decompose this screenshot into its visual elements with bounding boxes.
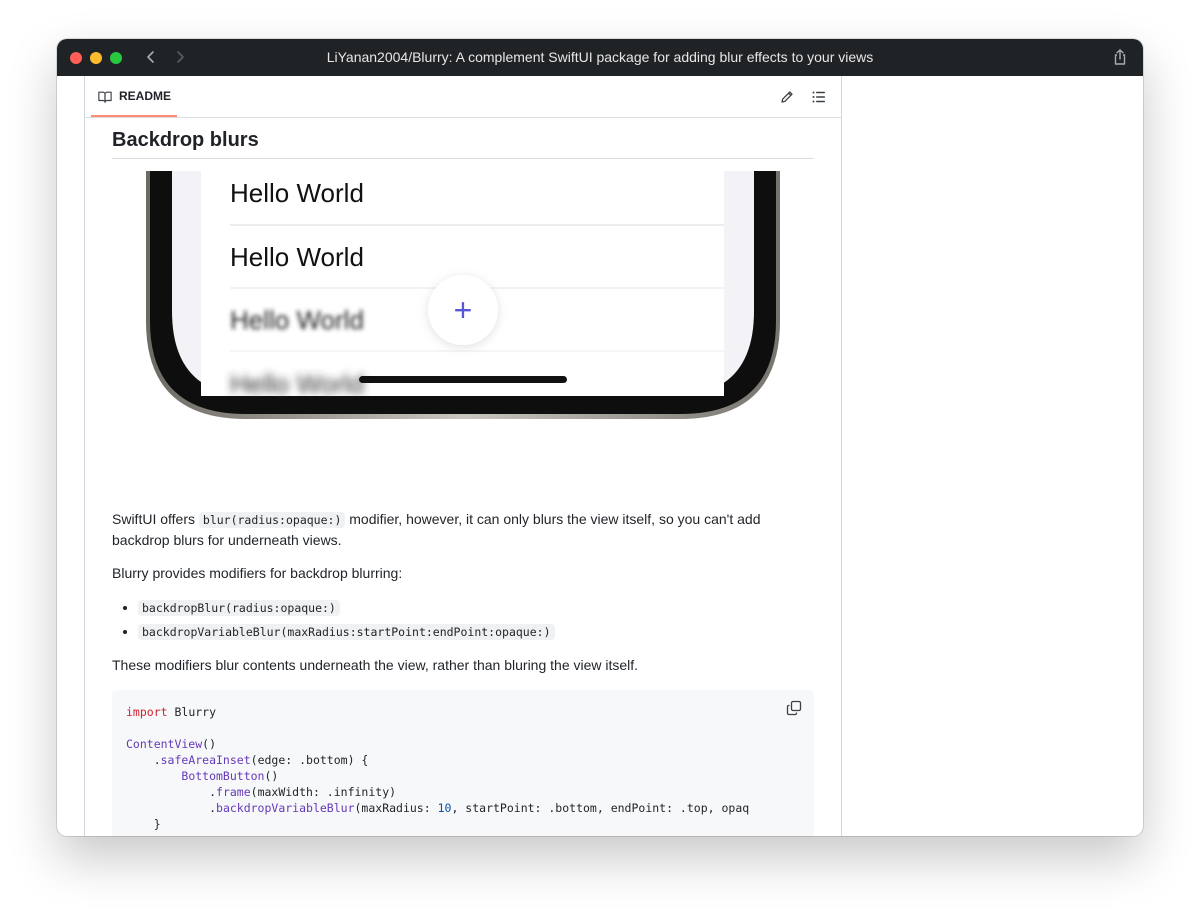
chevron-right-icon <box>177 51 184 63</box>
inline-code-blur: blur(radius:opaque:) <box>198 512 346 528</box>
share-button[interactable] <box>1110 47 1130 67</box>
back-button[interactable] <box>141 47 161 67</box>
phone-demo-image: Hello World Hello World Hello World Hell… <box>146 171 780 421</box>
list-row-4-blurred: Hello World <box>230 369 364 399</box>
paragraph-underneath: These modifiers blur contents underneath… <box>112 657 639 673</box>
book-icon <box>98 91 112 103</box>
tab-readme[interactable]: README <box>91 76 177 117</box>
title-bar: LiYanan2004/Blurry: A complement SwiftUI… <box>57 39 1143 76</box>
plus-icon: + <box>454 292 473 328</box>
code-block: import Blurry ContentView() .safeAreaIns… <box>112 690 814 836</box>
pencil-icon[interactable] <box>779 89 795 105</box>
list-row-3-blurred: Hello World <box>230 305 364 335</box>
copy-icon <box>786 700 802 716</box>
add-fab-button[interactable]: + <box>428 275 498 345</box>
list-row-2: Hello World <box>230 242 364 272</box>
modifier-list: backdropBlur(radius:opaque:) backdropVar… <box>112 595 555 643</box>
readme-tab-label: README <box>119 89 172 103</box>
minimize-window-button[interactable] <box>90 52 102 64</box>
home-indicator <box>359 376 567 383</box>
readme-panel: README Backdrop blurs Hello World Hello … <box>84 76 842 836</box>
close-window-button[interactable] <box>70 52 82 64</box>
readme-header: README <box>85 76 841 118</box>
list-icon[interactable] <box>811 89 827 105</box>
share-icon <box>1114 49 1126 65</box>
window-title: LiYanan2004/Blurry: A complement SwiftUI… <box>326 49 874 65</box>
list-row-1: Hello World <box>230 178 364 208</box>
code-snippet: import Blurry ContentView() .safeAreaIns… <box>126 705 750 831</box>
browser-window: LiYanan2004/Blurry: A complement SwiftUI… <box>57 39 1143 836</box>
list-item: backdropBlur(radius:opaque:) <box>138 595 555 619</box>
paragraph-provides: Blurry provides modifiers for backdrop b… <box>112 565 403 581</box>
copy-button[interactable] <box>786 700 802 716</box>
chevron-left-icon <box>147 51 154 63</box>
list-item: backdropVariableBlur(maxRadius:startPoin… <box>138 619 555 643</box>
paragraph-blur-limitation: SwiftUI offers blur(radius:opaque:) modi… <box>112 511 761 548</box>
zoom-window-button[interactable] <box>110 52 122 64</box>
section-heading: Backdrop blurs <box>112 129 814 159</box>
forward-button[interactable] <box>170 47 190 67</box>
phone-illustration: Hello World Hello World Hello World Hell… <box>146 171 780 419</box>
